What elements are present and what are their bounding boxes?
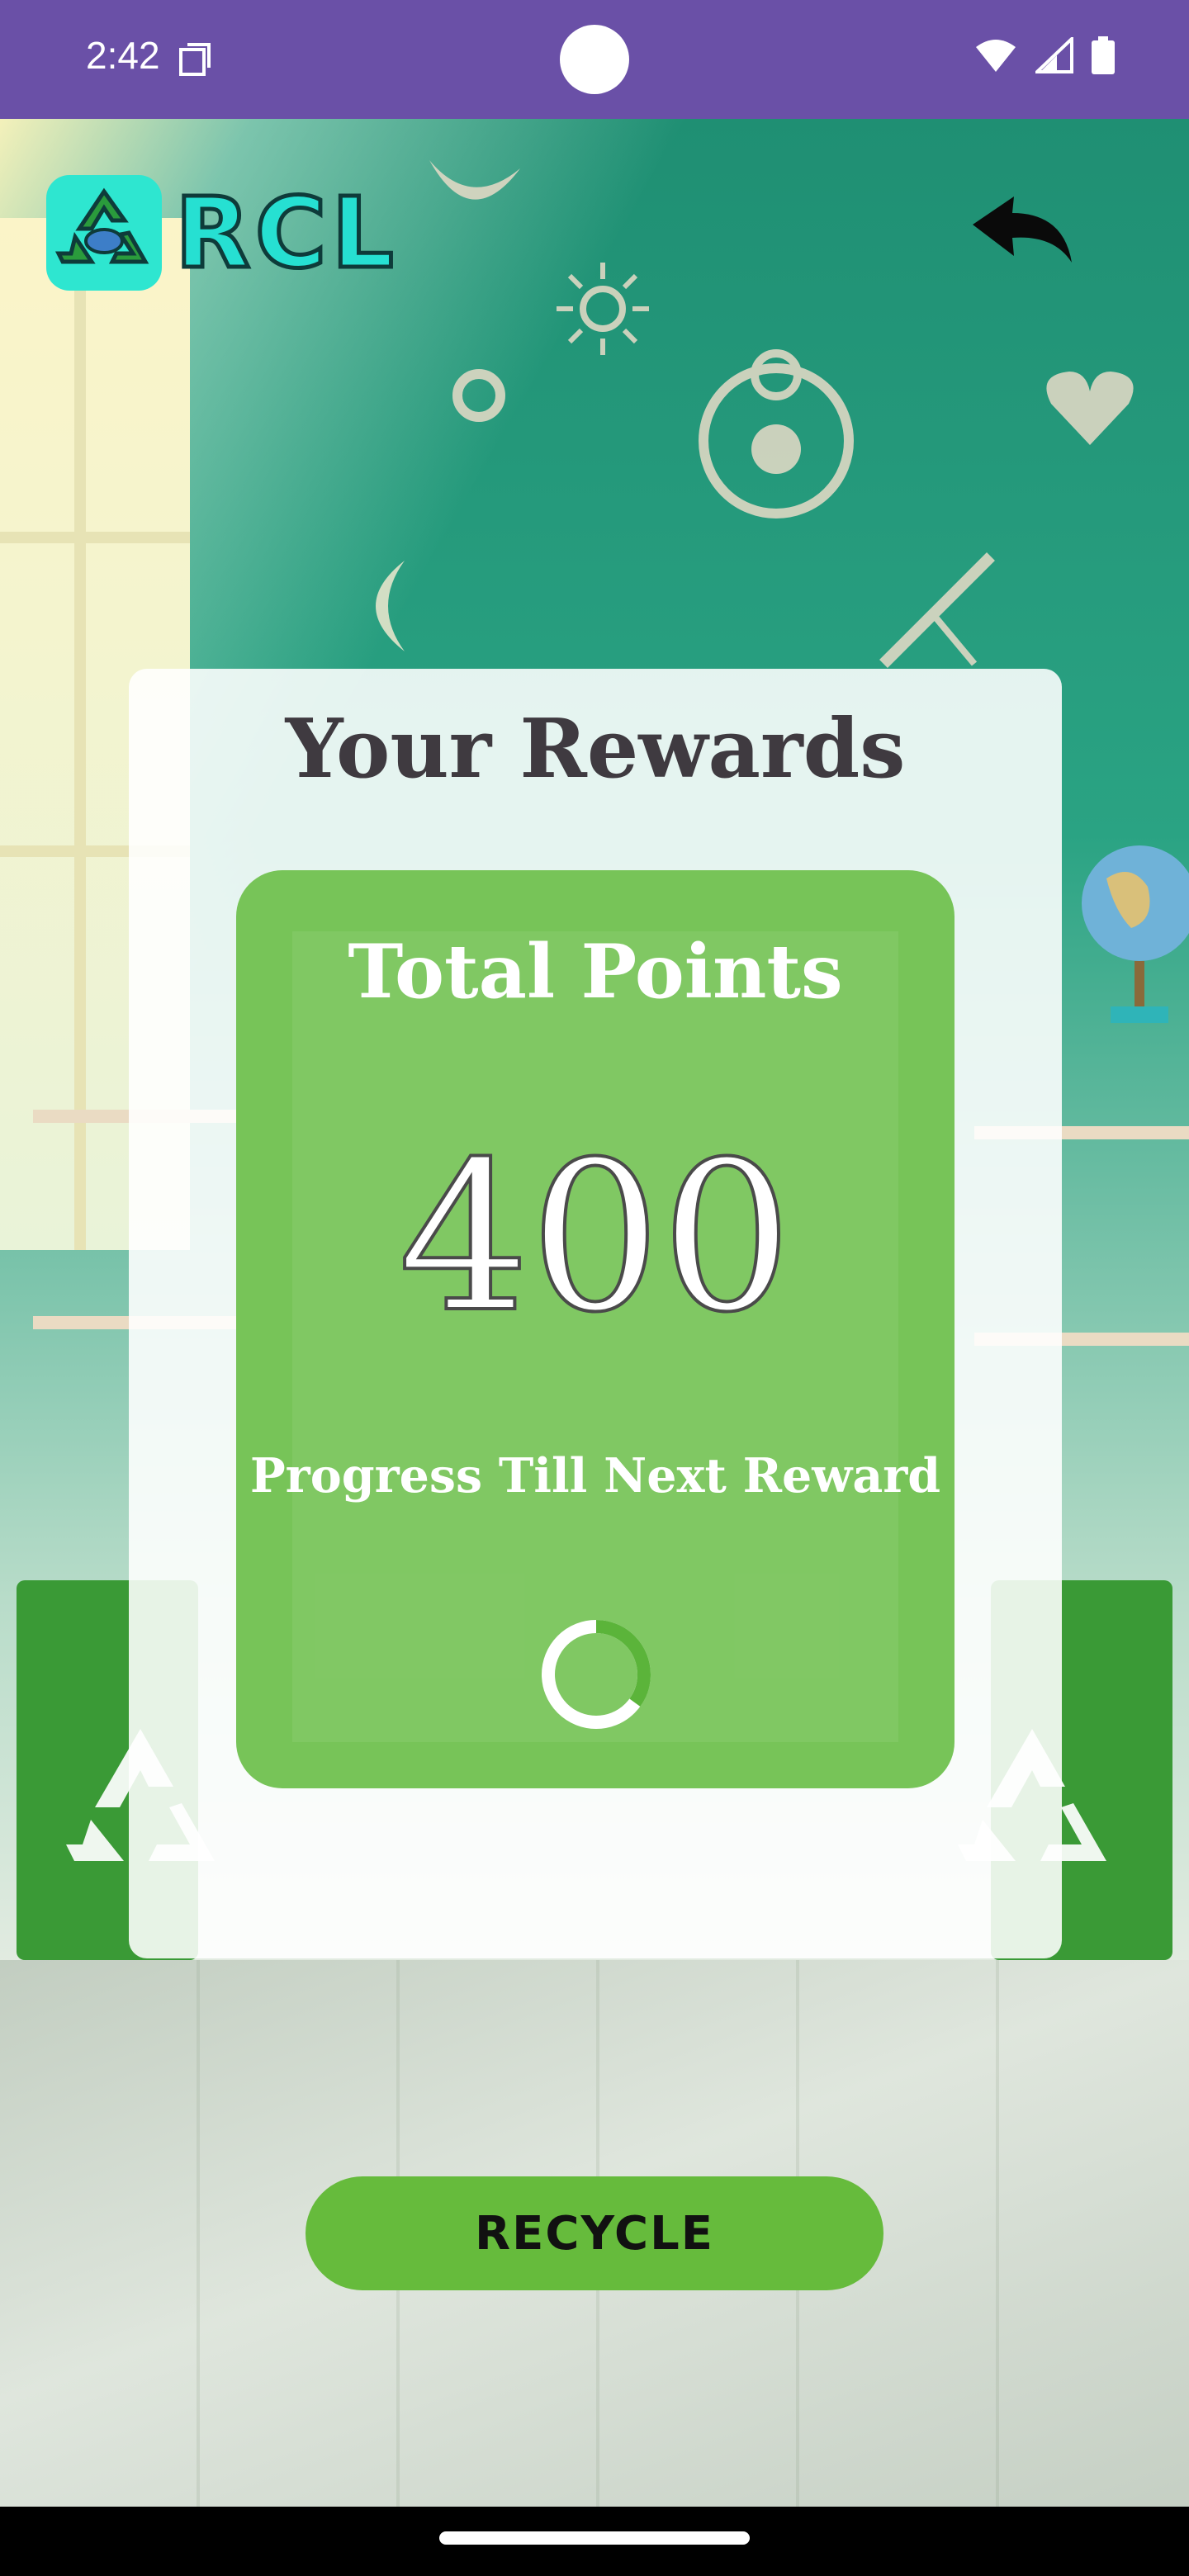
window-frame [0, 532, 190, 543]
status-bar: 2:42 [0, 0, 1189, 119]
recycle-button-label: RECYCLE [474, 2206, 715, 2261]
heart-doodle-icon [1046, 372, 1134, 445]
window-frame [74, 218, 86, 1250]
wifi-icon [974, 37, 1017, 77]
clock-doodle-icon [699, 349, 854, 519]
status-time: 2:42 [86, 34, 160, 77]
points-card: Total Points 400 Progress Till Next Rewa… [236, 870, 955, 1788]
recycle-logo-icon [46, 175, 162, 291]
crescent-doodle-icon [376, 561, 405, 651]
ring-doodle-icon [452, 369, 505, 422]
app-logo: RCL [46, 175, 399, 291]
globe-icon [1082, 845, 1189, 1023]
camera-cutout [560, 25, 629, 94]
total-points-value: 400 [396, 1117, 793, 1357]
moon-doodle-icon [429, 160, 520, 200]
total-points-label: Total Points [348, 928, 843, 1016]
sun-doodle-icon [557, 263, 649, 355]
progress-label: Progress Till Next Reward [249, 1448, 941, 1503]
home-indicator[interactable] [439, 2531, 750, 2545]
logo-text: RCL [173, 176, 399, 290]
battery-icon [1092, 36, 1115, 78]
progress-indicator [542, 1620, 651, 1729]
back-arrow-icon [973, 197, 1072, 263]
recycle-button[interactable]: RECYCLE [306, 2176, 883, 2290]
status-icons [974, 35, 1115, 78]
telescope-doodle-icon [879, 552, 995, 668]
rewards-title: Your Rewards [285, 702, 906, 797]
rewards-card: Your Rewards Total Points 400 Progress T… [129, 669, 1062, 1958]
signal-icon [1033, 35, 1073, 77]
sim-card-icon [178, 41, 211, 78]
back-button[interactable] [964, 192, 1080, 274]
